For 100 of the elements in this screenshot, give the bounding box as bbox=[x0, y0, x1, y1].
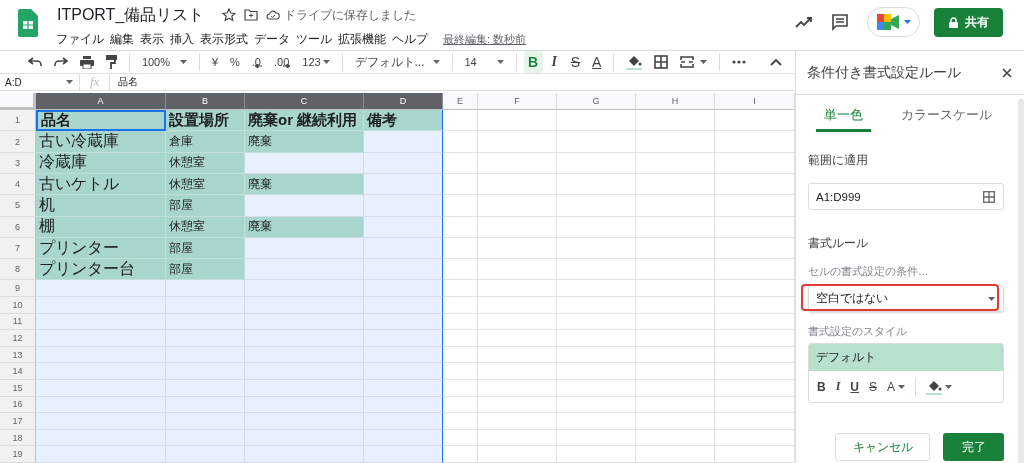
underline-button[interactable]: U bbox=[850, 379, 859, 394]
table-cell[interactable]: 部屋 bbox=[166, 195, 245, 217]
table-cell[interactable] bbox=[364, 216, 443, 238]
row-header[interactable]: 8 bbox=[0, 259, 36, 281]
table-cell[interactable]: 廃棄 bbox=[245, 216, 364, 238]
row-header[interactable]: 2 bbox=[0, 131, 36, 153]
condition-dropdown[interactable]: 空白ではない bbox=[808, 285, 1004, 312]
table-cell[interactable] bbox=[364, 446, 443, 463]
bold-button[interactable]: B bbox=[523, 51, 543, 74]
menu-item[interactable]: 拡張機能 bbox=[338, 30, 391, 48]
font-size-dropdown[interactable]: 14 bbox=[464, 51, 504, 74]
table-cell[interactable]: 部屋 bbox=[166, 237, 245, 260]
row-header[interactable]: 15 bbox=[0, 380, 36, 397]
font-dropdown[interactable]: デフォルト... bbox=[354, 51, 440, 74]
column-header[interactable]: A bbox=[36, 93, 166, 111]
column-header[interactable]: B bbox=[166, 93, 245, 111]
table-cell[interactable] bbox=[364, 131, 443, 153]
number-format-button[interactable]: % bbox=[230, 51, 240, 74]
undo-icon[interactable] bbox=[28, 57, 42, 68]
table-cell[interactable]: 棚 bbox=[36, 216, 166, 238]
row-header[interactable]: 6 bbox=[0, 216, 36, 238]
strikethrough-button[interactable]: S bbox=[565, 51, 586, 74]
menu-item[interactable]: データ bbox=[254, 30, 295, 48]
row-header[interactable]: 9 bbox=[0, 280, 36, 298]
menu-item[interactable]: 表示形式 bbox=[200, 30, 253, 48]
column-header[interactable]: C bbox=[245, 93, 364, 111]
fill-color-icon[interactable] bbox=[626, 54, 643, 71]
row-header[interactable]: 4 bbox=[0, 174, 36, 196]
tab[interactable]: カラースケール bbox=[893, 106, 1000, 132]
formula-input[interactable]: 品名 bbox=[110, 75, 139, 90]
cancel-button[interactable]: キャンセル bbox=[835, 433, 930, 461]
zoom-dropdown[interactable]: 100% bbox=[141, 51, 187, 74]
column-header[interactable]: H bbox=[636, 93, 715, 111]
column-header[interactable]: I bbox=[715, 93, 795, 111]
style-preview[interactable]: デフォルト bbox=[809, 344, 1003, 371]
tab[interactable]: 単一色 bbox=[816, 106, 871, 132]
table-cell[interactable]: 廃棄 bbox=[245, 174, 364, 196]
row-header[interactable]: 3 bbox=[0, 152, 36, 174]
column-header[interactable]: D bbox=[364, 93, 443, 111]
menu-item[interactable]: 編集 bbox=[110, 30, 139, 48]
table-cell[interactable]: 古い冷蔵庫 bbox=[36, 131, 166, 153]
last-edit-link[interactable]: 最終編集: 数秒前 bbox=[443, 31, 527, 47]
table-cell[interactable]: 廃棄 bbox=[245, 131, 364, 153]
menu-item[interactable]: 挿入 bbox=[170, 30, 199, 48]
redo-icon[interactable] bbox=[54, 57, 68, 68]
star-icon[interactable] bbox=[222, 8, 237, 22]
table-cell[interactable]: 休憩室 bbox=[166, 174, 245, 196]
table-cell[interactable]: 倉庫 bbox=[166, 131, 245, 153]
table-cell[interactable] bbox=[364, 413, 443, 430]
menu-item[interactable]: 表示 bbox=[140, 30, 169, 48]
italic-button[interactable]: I bbox=[835, 379, 841, 394]
table-cell[interactable]: 冷蔵庫 bbox=[36, 152, 166, 174]
menu-item[interactable]: ツール bbox=[296, 30, 337, 48]
comment-icon[interactable] bbox=[831, 13, 849, 31]
table-cell[interactable] bbox=[364, 174, 443, 196]
trend-chart-icon[interactable] bbox=[795, 16, 813, 28]
row-header[interactable]: 7 bbox=[0, 237, 36, 260]
table-cell[interactable] bbox=[364, 259, 443, 281]
text-color-button[interactable]: A bbox=[887, 379, 906, 394]
row-header[interactable]: 12 bbox=[0, 330, 36, 347]
text-color-button[interactable]: A bbox=[587, 51, 607, 74]
table-cell[interactable]: 休憩室 bbox=[166, 152, 245, 174]
table-cell[interactable] bbox=[364, 297, 443, 314]
table-cell[interactable]: 品名 bbox=[36, 110, 166, 132]
table-cell[interactable] bbox=[364, 237, 443, 260]
bold-button[interactable]: B bbox=[817, 379, 826, 394]
number-format-button[interactable]: ¥ bbox=[211, 51, 218, 74]
row-header[interactable]: 1 bbox=[0, 110, 36, 132]
document-title[interactable]: ITPORT_備品リスト bbox=[57, 4, 205, 26]
print-icon[interactable] bbox=[80, 55, 94, 69]
table-cell[interactable]: 部屋 bbox=[166, 259, 245, 281]
cloud-icon[interactable] bbox=[266, 10, 281, 20]
paint-roller-icon[interactable] bbox=[106, 55, 117, 70]
table-cell[interactable] bbox=[364, 280, 443, 298]
table-cell[interactable] bbox=[364, 195, 443, 217]
row-header[interactable]: 5 bbox=[0, 195, 36, 217]
table-cell[interactable] bbox=[364, 152, 443, 174]
column-header[interactable]: E bbox=[443, 93, 478, 111]
close-icon[interactable] bbox=[1002, 67, 1012, 78]
select-all-corner[interactable] bbox=[0, 93, 36, 111]
share-button[interactable]: 共有 bbox=[934, 7, 1003, 37]
number-format-button[interactable]: 123 bbox=[302, 51, 330, 74]
table-cell[interactable]: 机 bbox=[36, 195, 166, 217]
strikethrough-button[interactable]: S bbox=[869, 379, 878, 394]
table-cell[interactable]: 廃棄or 継続利用 bbox=[245, 110, 364, 132]
range-field[interactable]: A1:D999 bbox=[808, 183, 1004, 210]
row-header[interactable]: 10 bbox=[0, 297, 36, 314]
italic-button[interactable]: I bbox=[544, 51, 564, 74]
more-icon[interactable] bbox=[732, 60, 747, 65]
menu-item[interactable]: ヘルプ bbox=[392, 30, 433, 48]
name-box[interactable]: A:D bbox=[0, 74, 80, 91]
table-cell[interactable]: プリンター bbox=[36, 237, 166, 260]
table-cell[interactable]: 設置場所 bbox=[166, 110, 245, 132]
row-header[interactable]: 14 bbox=[0, 363, 36, 381]
table-cell[interactable] bbox=[364, 363, 443, 381]
table-cell[interactable]: 休憩室 bbox=[166, 216, 245, 238]
table-cell[interactable]: プリンター台 bbox=[36, 259, 166, 281]
table-cell[interactable] bbox=[364, 380, 443, 397]
column-header[interactable]: F bbox=[478, 93, 557, 111]
chevron-up-icon[interactable] bbox=[770, 58, 783, 66]
